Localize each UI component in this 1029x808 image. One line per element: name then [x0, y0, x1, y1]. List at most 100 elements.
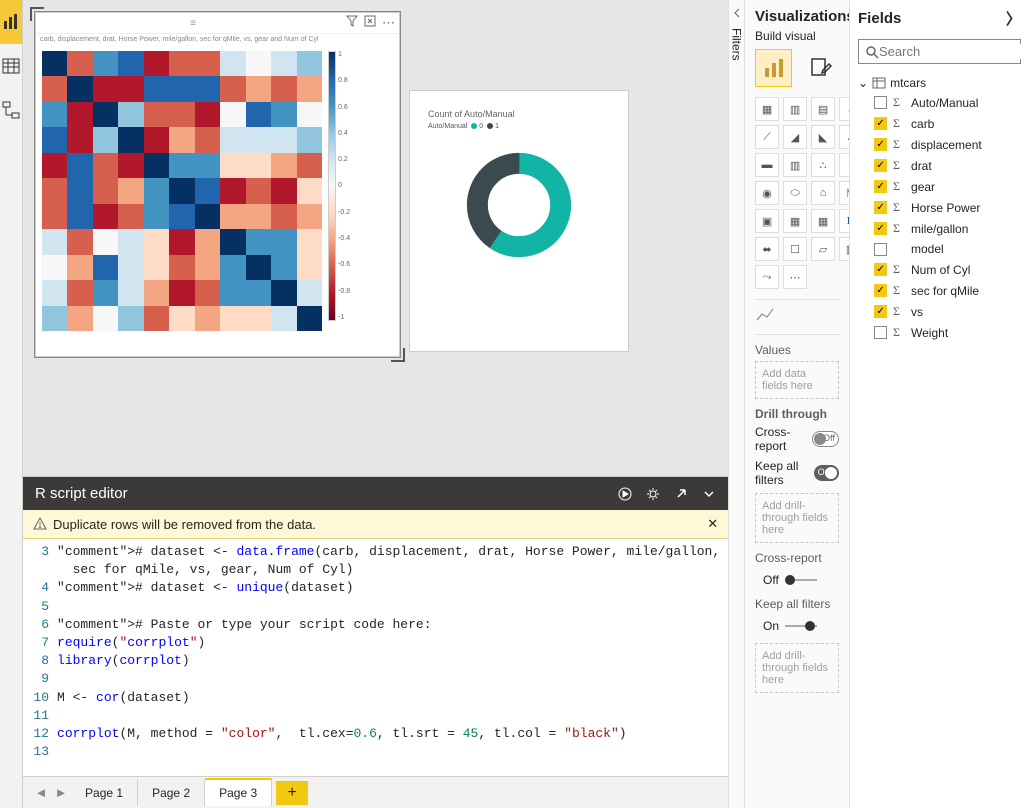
script-options-icon[interactable] — [646, 487, 660, 501]
values-well[interactable]: Add data fields here — [755, 361, 839, 399]
popout-icon[interactable] — [674, 487, 688, 501]
checkbox[interactable]: ✓ — [874, 284, 887, 297]
search-input[interactable] — [879, 44, 1029, 59]
fields-panel-title: Fields — [858, 10, 901, 27]
table-icon — [872, 76, 886, 90]
colorbar — [328, 51, 336, 321]
run-script-icon[interactable] — [618, 487, 632, 501]
field-vs[interactable]: ✓Σvs — [874, 301, 1021, 322]
checkbox[interactable]: ✓ — [874, 180, 887, 193]
close-warning-icon[interactable]: ✕ — [707, 516, 718, 532]
viz-type-18[interactable]: ◉ — [755, 181, 779, 205]
field-label: sec for qMile — [911, 284, 979, 298]
expand-filters-icon[interactable] — [730, 6, 744, 20]
viz-type-0[interactable]: ▦ — [755, 97, 779, 121]
page-tab-2[interactable]: Page 2 — [138, 780, 205, 806]
r-code-area[interactable]: 3"comment"># dataset <- data.frame(carb,… — [23, 539, 728, 776]
viz-type-19[interactable]: ⬭ — [783, 181, 807, 205]
checkbox[interactable]: ✓ — [874, 138, 887, 151]
keep-filters-slider[interactable]: On — [763, 619, 839, 633]
next-page-icon[interactable]: ► — [51, 785, 71, 800]
viz-type-6[interactable]: ⟋ — [755, 125, 779, 149]
viz-type-36[interactable]: ⤳ — [755, 265, 779, 289]
viz-type-15[interactable]: ◔ — [839, 153, 849, 177]
field-model[interactable]: model — [874, 239, 1021, 259]
warning-text: Duplicate rows will be removed from the … — [53, 517, 316, 532]
page-tabs: ◄ ► Page 1Page 2Page 3 + — [23, 776, 728, 808]
cross-report-slider[interactable]: Off — [763, 573, 839, 587]
table-mtcars[interactable]: ⌄ mtcars — [858, 74, 1021, 92]
drillthrough-well-2[interactable]: Add drill-through fields here — [755, 643, 839, 693]
page-tab-1[interactable]: Page 1 — [71, 780, 138, 806]
data-view-tab[interactable] — [0, 44, 22, 88]
filters-label[interactable]: Filters — [730, 28, 744, 61]
sigma-icon: Σ — [893, 179, 905, 194]
checkbox[interactable]: ✓ — [874, 117, 887, 130]
viz-type-27[interactable]: R — [839, 209, 849, 233]
field-displacement[interactable]: ✓Σdisplacement — [874, 134, 1021, 155]
viz-type-13[interactable]: ▥ — [783, 153, 807, 177]
field-num-of-cyl[interactable]: ✓ΣNum of Cyl — [874, 259, 1021, 280]
viz-type-1[interactable]: ▥ — [783, 97, 807, 121]
viz-type-8[interactable]: ◣ — [811, 125, 835, 149]
heatmap — [42, 51, 322, 331]
checkbox[interactable]: ✓ — [874, 305, 887, 318]
field-horse-power[interactable]: ✓ΣHorse Power — [874, 197, 1021, 218]
viz-type-32[interactable]: ▱ — [811, 237, 835, 261]
keep-filters-toggle[interactable]: OffOn — [814, 465, 839, 481]
filter-icon[interactable] — [346, 15, 358, 31]
field-mile-gallon[interactable]: ✓Σmile/gallon — [874, 218, 1021, 239]
add-page-button[interactable]: + — [276, 781, 308, 805]
viz-type-14[interactable]: ∴ — [811, 153, 835, 177]
viz-type-2[interactable]: ▤ — [811, 97, 835, 121]
cross-report-toggle[interactable]: OffOn — [812, 431, 839, 447]
r-visual[interactable]: ≡ ⋯ carb, displacement, drat, Horse Powe… — [35, 12, 400, 357]
viz-type-24[interactable]: ▣ — [755, 209, 779, 233]
field-label: Auto/Manual — [911, 96, 978, 110]
model-view-tab[interactable] — [0, 88, 22, 132]
field-label: carb — [911, 117, 934, 131]
field-sec-for-qmile[interactable]: ✓Σsec for qMile — [874, 280, 1021, 301]
viz-type-26[interactable]: ▦ — [811, 209, 835, 233]
field-label: Weight — [911, 326, 948, 340]
viz-type-25[interactable]: ▦ — [783, 209, 807, 233]
field-carb[interactable]: ✓Σcarb — [874, 113, 1021, 134]
viz-type-21[interactable]: ⛿ — [839, 181, 849, 205]
checkbox[interactable] — [874, 243, 887, 256]
collapse-icon[interactable] — [702, 487, 716, 501]
donut-visual[interactable]: Count of Auto/Manual Auto/Manual 0 1 — [409, 90, 629, 352]
viz-type-33[interactable]: ▥ — [839, 237, 849, 261]
drillthrough-well[interactable]: Add drill-through fields here — [755, 493, 839, 543]
drag-handle-icon[interactable]: ≡ — [40, 18, 346, 29]
checkbox[interactable] — [874, 326, 887, 339]
chevron-down-icon: ⌄ — [858, 76, 868, 90]
focus-mode-icon[interactable] — [364, 15, 376, 31]
cross-report-label: Cross-report — [755, 425, 812, 453]
checkbox[interactable]: ✓ — [874, 201, 887, 214]
collapse-fields-icon[interactable]: 〉 — [1006, 8, 1021, 29]
viz-type-31[interactable]: ☐ — [783, 237, 807, 261]
viz-type-37[interactable]: ⋯ — [783, 265, 807, 289]
checkbox[interactable] — [874, 96, 887, 109]
checkbox[interactable]: ✓ — [874, 159, 887, 172]
more-options-icon[interactable]: ⋯ — [382, 15, 395, 31]
field-drat[interactable]: ✓Σdrat — [874, 155, 1021, 176]
viz-type-9[interactable]: ▲ — [839, 125, 849, 149]
viz-type-12[interactable]: ▬ — [755, 153, 779, 177]
viz-type-20[interactable]: ⌂ — [811, 181, 835, 205]
field-weight[interactable]: ΣWeight — [874, 322, 1021, 343]
viz-type-3[interactable]: ⫽ — [839, 97, 849, 121]
format-visual-tab[interactable] — [802, 49, 839, 87]
field-label: Horse Power — [911, 201, 980, 215]
build-visual-tab[interactable] — [755, 49, 792, 87]
checkbox[interactable]: ✓ — [874, 263, 887, 276]
visual-subtitle: carb, displacement, drat, Horse Power, m… — [36, 34, 399, 45]
prev-page-icon[interactable]: ◄ — [31, 785, 51, 800]
checkbox[interactable]: ✓ — [874, 222, 887, 235]
viz-type-30[interactable]: ⬌ — [755, 237, 779, 261]
field-gear[interactable]: ✓Σgear — [874, 176, 1021, 197]
viz-type-7[interactable]: ◢ — [783, 125, 807, 149]
field-auto-manual[interactable]: ΣAuto/Manual — [874, 92, 1021, 113]
report-view-tab[interactable] — [0, 0, 22, 44]
page-tab-3[interactable]: Page 3 — [205, 778, 272, 806]
